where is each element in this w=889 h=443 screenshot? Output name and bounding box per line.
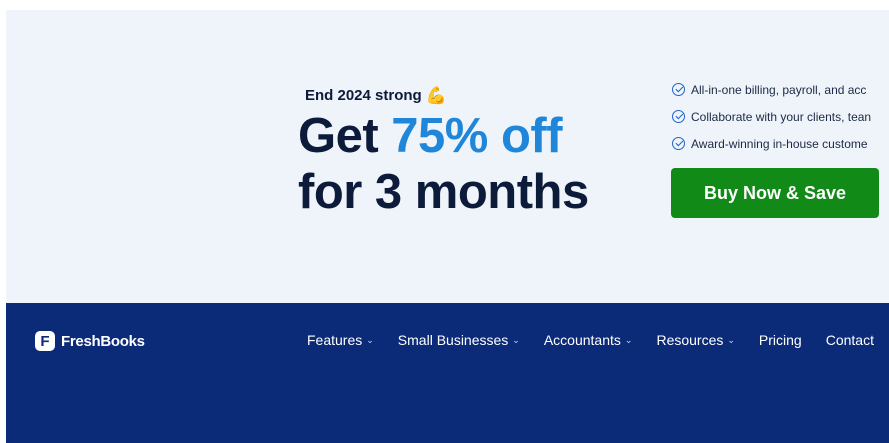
nav-item-pricing[interactable]: Pricing <box>759 332 802 348</box>
benefit-item: All-in-one billing, payroll, and acc <box>672 76 889 103</box>
chevron-down-icon: ⌄ <box>366 334 374 345</box>
promo-tagline: End 2024 strong 💪 <box>305 87 447 104</box>
benefit-item: Award-winning in-house custome <box>672 130 889 157</box>
nav-item-label: Features <box>307 332 363 348</box>
headline-highlight: 75% off <box>391 109 563 163</box>
nav-item-accountants[interactable]: Accountants ⌄ <box>544 332 633 348</box>
benefit-text: All-in-one billing, payroll, and acc <box>691 82 867 97</box>
nav-item-label: Accountants <box>543 332 621 348</box>
flexed-biceps-icon: 💪 <box>425 86 447 105</box>
benefit-text: Collaborate with your clients, tean <box>691 109 872 124</box>
benefit-text: Award-winning in-house custome <box>691 136 868 151</box>
chevron-down-icon: ⌄ <box>512 334 520 345</box>
nav-item-label: Small Businesses <box>397 332 509 348</box>
nav-item-label: Pricing <box>758 332 802 348</box>
nav-item-features[interactable]: Features ⌄ <box>307 332 374 348</box>
benefits-list: All-in-one billing, payroll, and acc Col… <box>672 76 889 157</box>
nav-item-label: Resources <box>656 332 724 348</box>
nav-item-small-businesses[interactable]: Small Businesses ⌄ <box>398 332 520 348</box>
check-circle-icon <box>672 83 685 96</box>
nav-item-resources[interactable]: Resources ⌄ <box>656 332 734 348</box>
check-circle-icon <box>672 110 685 123</box>
chevron-down-icon: ⌄ <box>727 334 735 345</box>
headline-line2: for 3 months <box>298 165 589 219</box>
nav-menu: Features ⌄ Small Businesses ⌄ Accountant… <box>307 332 889 348</box>
nav-item-label: Contact <box>825 332 874 348</box>
benefit-item: Collaborate with your clients, tean <box>672 103 889 130</box>
check-circle-icon <box>672 137 685 150</box>
main-navbar: F FreshBooks Features ⌄ Small Businesses… <box>6 303 889 443</box>
headline-prefix: Get <box>298 109 392 163</box>
nav-item-contact[interactable]: Contact <box>826 332 874 348</box>
tagline-text: End 2024 strong <box>305 87 422 104</box>
chevron-down-icon: ⌄ <box>624 334 633 345</box>
freshbooks-logo[interactable]: F FreshBooks <box>35 331 145 351</box>
freshbooks-logo-icon: F <box>35 331 55 351</box>
promo-headline: Get 75% off for 3 months <box>298 108 589 220</box>
buy-now-button[interactable]: Buy Now & Save <box>671 168 879 218</box>
logo-text: FreshBooks <box>61 332 145 350</box>
